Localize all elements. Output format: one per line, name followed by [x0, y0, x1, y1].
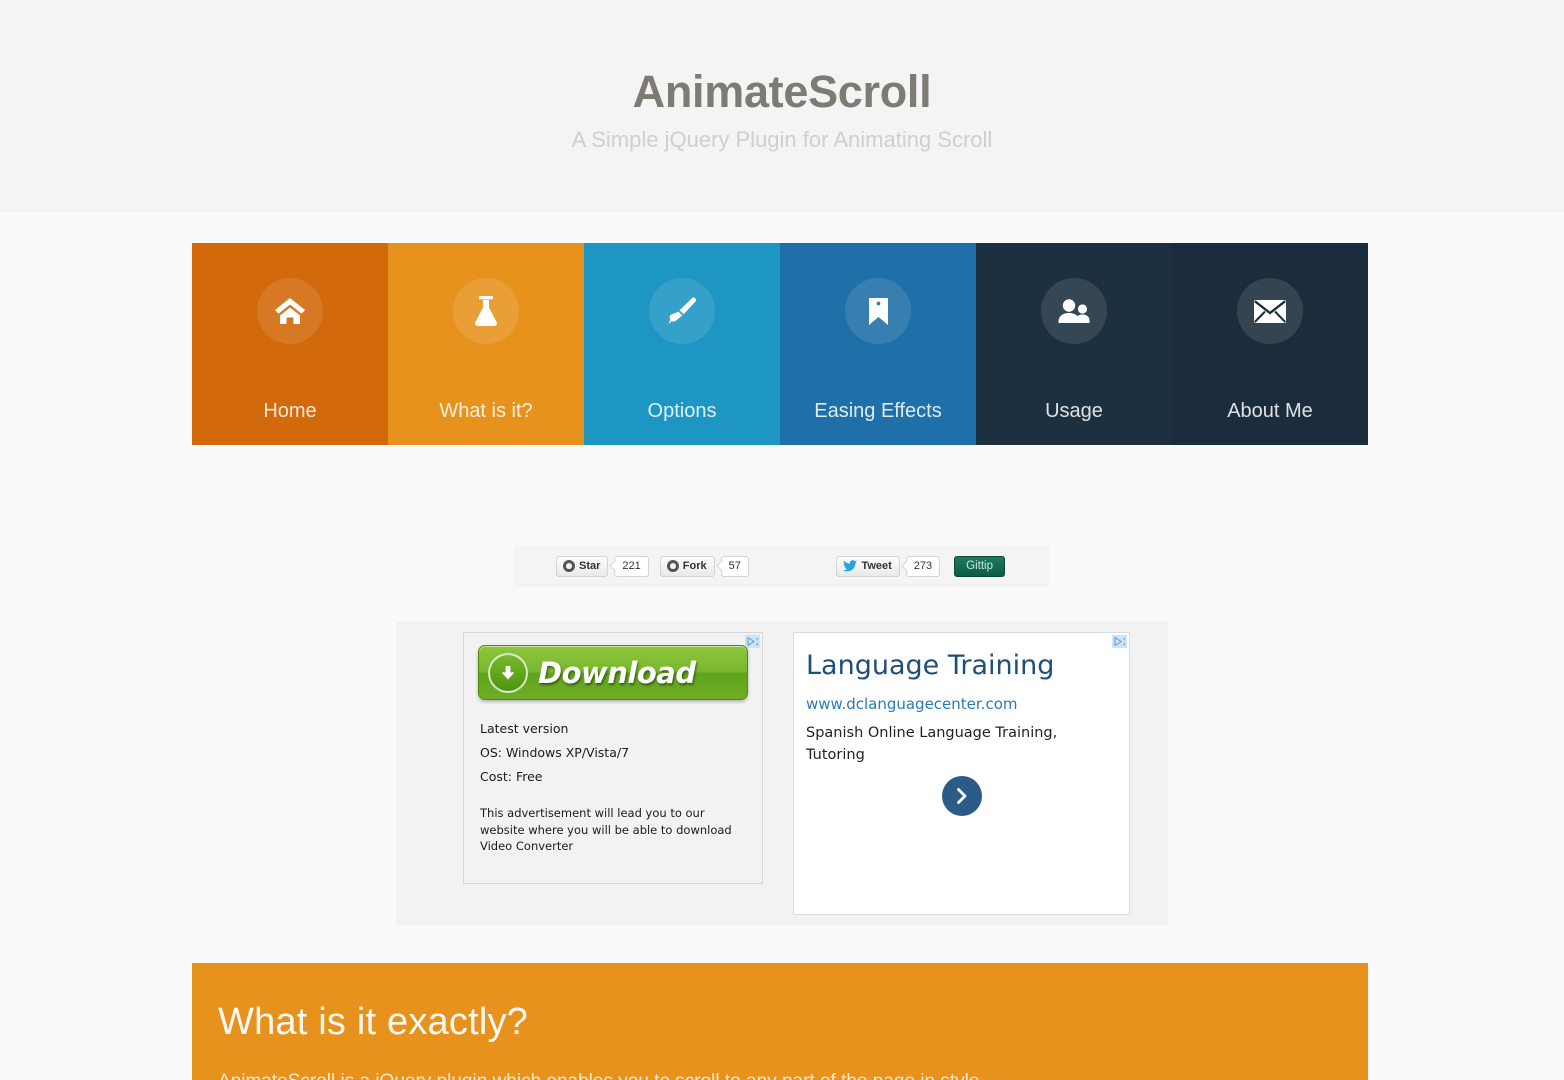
- section-title: What is it exactly?: [218, 1001, 529, 1043]
- tweet-button-main[interactable]: Tweet: [836, 555, 900, 577]
- nav-tile-home[interactable]: Home: [192, 243, 388, 445]
- fork-button-label: Fork: [682, 560, 707, 572]
- fork-count[interactable]: 57: [720, 555, 749, 577]
- github-octocat-icon: [666, 560, 679, 572]
- section-body-text: AnimateScroll is a jQuery plugin which e…: [218, 1067, 1342, 1080]
- share-buttons-group: Tweet 273 Gittip: [836, 555, 1005, 577]
- nav-tile-options[interactable]: Options: [584, 243, 780, 445]
- nav-tiles: Home What is it? Options Easing Effects …: [192, 243, 1368, 445]
- github-star-button[interactable]: Star 221: [556, 555, 649, 577]
- nav-tile-label: Options: [647, 400, 717, 422]
- github-octocat-icon: [563, 560, 575, 572]
- ad2-description: Spanish Online Language Training, Tutori…: [806, 725, 1058, 763]
- flask-icon: [453, 278, 519, 344]
- star-button-label: Star: [579, 560, 601, 572]
- download-arrow-icon: [488, 652, 528, 693]
- nav-tile-label: Easing Effects: [814, 400, 942, 422]
- ad2-next-arrow-button[interactable]: [942, 776, 982, 816]
- gittip-button[interactable]: Gittip: [954, 555, 1005, 577]
- ad-line-os: OS: Windows XP/Vista/7: [480, 745, 630, 760]
- nav-tile-label: About Me: [1227, 400, 1313, 422]
- tweet-count[interactable]: 273: [905, 555, 941, 577]
- nav-tile-about-me[interactable]: About Me: [1172, 243, 1368, 445]
- nav-tile-label: What is it?: [439, 400, 533, 422]
- fork-button-main[interactable]: Fork: [659, 555, 715, 577]
- page-root: 思缘设计论坛 WWW.MISSYUAN.COM AnimateScroll A …: [0, 0, 1564, 1080]
- download-ad-body: Latest version OS: Windows XP/Vista/7 Co…: [480, 717, 750, 855]
- download-advertisement[interactable]: Download Latest version OS: Windows XP/V…: [463, 632, 763, 884]
- brush-icon: [649, 278, 715, 344]
- github-fork-button[interactable]: Fork 57: [659, 555, 749, 577]
- envelope-icon: [1237, 278, 1303, 344]
- adchoices-icon[interactable]: [745, 635, 760, 648]
- ad-line-cost: Cost: Free: [480, 769, 543, 784]
- ad-disclaimer-text: This advertisement will lead you to our …: [480, 806, 732, 853]
- users-icon: [1041, 278, 1107, 344]
- download-button[interactable]: Download: [478, 645, 748, 700]
- twitter-tweet-button[interactable]: Tweet 273: [836, 555, 941, 577]
- download-button-label: Download: [538, 655, 696, 690]
- ad-line-version: Latest version: [480, 721, 569, 736]
- ad2-title[interactable]: Language Training: [806, 650, 1054, 681]
- page-tagline: A Simple jQuery Plugin for Animating Scr…: [571, 127, 993, 152]
- ad2-url[interactable]: www.dclanguagecenter.com: [806, 695, 1018, 713]
- page-header: AnimateScroll A Simple jQuery Plugin for…: [0, 0, 1564, 212]
- nav-tile-usage[interactable]: Usage: [976, 243, 1172, 445]
- language-training-advertisement[interactable]: Language Training www.dclanguagecenter.c…: [793, 632, 1130, 915]
- nav-tile-what-is-it[interactable]: What is it?: [388, 243, 584, 445]
- tweet-button-label: Tweet: [861, 560, 892, 572]
- star-button-main[interactable]: Star: [556, 555, 609, 577]
- what-is-it-section: What is it exactly? AnimateScroll is a j…: [192, 963, 1368, 1080]
- twitter-bird-icon: [843, 560, 858, 572]
- github-buttons-group: Star 221 Fork 57: [556, 555, 749, 577]
- home-icon: [257, 278, 323, 344]
- nav-tile-label: Home: [263, 400, 317, 422]
- bookmark-icon: [845, 278, 911, 344]
- advertisement-container: Download Latest version OS: Windows XP/V…: [396, 622, 1168, 925]
- star-count[interactable]: 221: [614, 555, 649, 577]
- social-buttons-bar: Star 221 Fork 57 Tweet 273 Gittip: [514, 545, 1049, 587]
- nav-tile-label: Usage: [1045, 400, 1103, 422]
- adchoices-icon[interactable]: [1112, 635, 1127, 648]
- page-title: AnimateScroll: [632, 66, 932, 117]
- nav-tile-easing-effects[interactable]: Easing Effects: [780, 243, 976, 445]
